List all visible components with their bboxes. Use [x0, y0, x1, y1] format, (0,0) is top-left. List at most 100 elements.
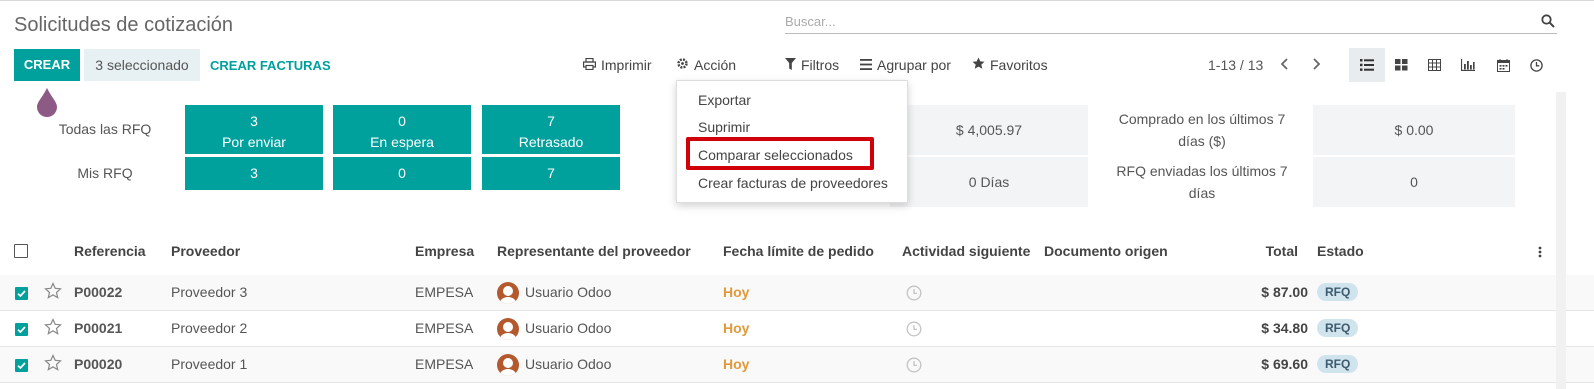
tile-late[interactable]: 7 Retrasado [482, 105, 620, 154]
purchased-label: Comprado en los últimos 7 días ($) [1102, 108, 1302, 152]
tile-waiting[interactable]: 0 En espera [333, 105, 471, 154]
purchased-value: $ 0.00 [1313, 105, 1515, 155]
sent-label-line1: RFQ enviadas los últimos 7 [1116, 163, 1288, 179]
sent-label-line2: días [1188, 185, 1216, 201]
tile-my-late[interactable]: 7 [482, 157, 620, 190]
graph-view-icon[interactable] [1450, 48, 1486, 82]
row-vendor: Proveedor 3 [171, 284, 248, 300]
lead-time-value: 0 Días [890, 157, 1088, 207]
col-status[interactable]: Estado [1317, 243, 1364, 259]
row-company: EMPESA [415, 320, 474, 336]
row-total: $ 87.00 [1261, 284, 1308, 300]
chevron-left-icon[interactable] [1280, 56, 1290, 75]
sent-label: RFQ enviadas los últimos 7 días [1102, 160, 1302, 204]
highlight-box [686, 137, 874, 170]
status-badge: RFQ [1317, 283, 1359, 301]
star-icon [972, 57, 985, 73]
row-vendor-rep: Usuario Odoo [525, 320, 612, 336]
filter-icon [785, 57, 796, 73]
search-input[interactable] [785, 12, 1525, 29]
row-vendor: Proveedor 1 [171, 356, 248, 372]
row-company: EMPESA [415, 356, 474, 372]
purchased-label-line2: días ($) [1178, 133, 1226, 149]
table-row[interactable]: P00020 Proveedor 1 EMPESA Usuario Odoo H… [0, 347, 1594, 383]
search-icon[interactable] [1541, 14, 1555, 31]
kebab-icon[interactable] [1538, 245, 1542, 262]
tile-count: 0 [398, 113, 406, 129]
row-vendor: Proveedor 2 [171, 320, 248, 336]
col-source-doc[interactable]: Documento origen [1044, 243, 1168, 259]
col-deadline[interactable]: Fecha límite de pedido [723, 243, 874, 259]
status-badge: RFQ [1317, 319, 1359, 337]
col-company[interactable]: Empresa [415, 243, 474, 259]
action-button[interactable]: Acción [676, 57, 736, 73]
tile-label: En espera [370, 134, 434, 150]
menu-item-delete[interactable]: Suprimir [698, 119, 750, 135]
search-bar[interactable] [785, 12, 1557, 34]
tile-my-waiting[interactable]: 0 [333, 157, 471, 190]
filters-label: Filtros [801, 57, 840, 73]
row-reference: P00020 [74, 356, 123, 372]
row-reference: P00022 [74, 284, 123, 300]
status-badge: RFQ [1317, 355, 1359, 373]
col-reference[interactable]: Referencia [74, 243, 146, 259]
favorites-label: Favoritos [990, 57, 1048, 73]
list-icon [860, 57, 872, 73]
row-reference: P00021 [74, 320, 123, 336]
create-invoices-button[interactable]: CREAR FACTURAS [210, 58, 331, 73]
row-total: $ 34.80 [1261, 320, 1308, 336]
menu-item-export[interactable]: Exportar [698, 92, 751, 108]
row-vendor-rep: Usuario Odoo [525, 284, 612, 300]
print-label: Imprimir [601, 57, 652, 73]
row-vendor-rep: Usuario Odoo [525, 356, 612, 372]
tile-label: Retrasado [518, 134, 584, 150]
col-vendor-rep[interactable]: Representante del proveedor [497, 243, 691, 259]
row-checkbox[interactable] [15, 287, 28, 300]
purchased-label-line1: Comprado en los últimos 7 [1118, 111, 1286, 127]
list-view-icon[interactable] [1349, 48, 1385, 82]
cursor-drop-indicator [37, 88, 57, 117]
scrollbar[interactable] [1556, 92, 1566, 389]
print-button[interactable]: Imprimir [583, 57, 652, 73]
favorites-button[interactable]: Favoritos [972, 57, 1048, 73]
activity-view-icon[interactable] [1518, 48, 1554, 82]
col-next-activity[interactable]: Actividad siguiente [902, 243, 1030, 259]
calendar-view-icon[interactable] [1485, 48, 1521, 82]
tile-count: 7 [547, 113, 555, 129]
star-icon[interactable] [44, 354, 62, 375]
tile-to-send[interactable]: 3 Por enviar [185, 105, 323, 154]
star-icon[interactable] [44, 318, 62, 339]
pivot-view-icon[interactable] [1416, 48, 1452, 82]
col-vendor[interactable]: Proveedor [171, 243, 240, 259]
all-rfq-label: Todas las RFQ [58, 121, 152, 137]
menu-item-create-vendor-bills[interactable]: Crear facturas de proveedores [698, 175, 888, 191]
pager-value[interactable]: 1-13 / 13 [1208, 57, 1263, 73]
row-deadline: Hoy [723, 356, 750, 372]
clock-icon[interactable] [906, 321, 922, 340]
table-row[interactable]: P00022 Proveedor 3 EMPESA Usuario Odoo H… [0, 275, 1594, 311]
avatar [497, 318, 519, 340]
chevron-right-icon[interactable] [1311, 56, 1321, 75]
filters-button[interactable]: Filtros [785, 57, 839, 73]
create-button[interactable]: CREAR [14, 49, 80, 81]
page-title: Solicitudes de cotización [14, 14, 234, 36]
table-row[interactable]: P00021 Proveedor 2 EMPESA Usuario Odoo H… [0, 311, 1594, 347]
row-checkbox[interactable] [15, 323, 28, 336]
row-company: EMPESA [415, 284, 474, 300]
sent-value: 0 [1313, 157, 1515, 207]
star-icon[interactable] [44, 282, 62, 303]
tile-count: 3 [250, 113, 258, 129]
top-border [0, 0, 1594, 1]
gear-icon [676, 57, 689, 73]
kanban-view-icon[interactable] [1383, 48, 1419, 82]
col-total[interactable]: Total [1240, 243, 1298, 259]
avatar [497, 282, 519, 304]
row-total: $ 69.60 [1261, 356, 1308, 372]
clock-icon[interactable] [906, 285, 922, 304]
clock-icon[interactable] [906, 357, 922, 376]
tile-my-to-send[interactable]: 3 [185, 157, 323, 190]
group-by-button[interactable]: Agrupar por [860, 57, 951, 73]
row-checkbox[interactable] [15, 359, 28, 372]
avg-order-value: $ 4,005.97 [890, 105, 1088, 155]
row-deadline: Hoy [723, 320, 750, 336]
